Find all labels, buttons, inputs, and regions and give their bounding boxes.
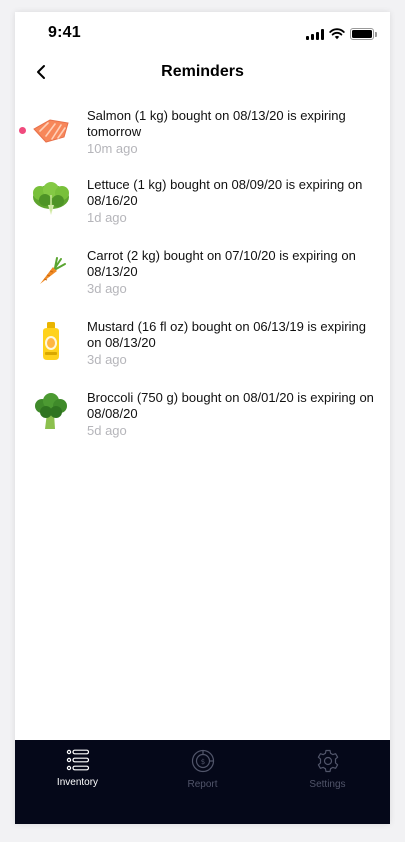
svg-text:$: $ [200, 758, 204, 766]
reminder-time: 5d ago [87, 423, 127, 438]
reminder-message: Salmon (1 kg) bought on 08/13/20 is expi… [87, 108, 346, 139]
tab-settings[interactable]: Settings [265, 740, 390, 824]
tab-label: Settings [309, 779, 346, 790]
reminder-time: 1d ago [87, 210, 127, 225]
unread-dot [19, 127, 26, 134]
salmon-icon [29, 108, 73, 152]
reminder-text: Carrot (2 kg) bought on 07/10/20 is expi… [87, 248, 378, 297]
reminder-item[interactable]: Salmon (1 kg) bought on 08/13/20 is expi… [15, 108, 390, 157]
reminder-message: Broccoli (750 g) bought on 08/01/20 is e… [87, 390, 374, 421]
reminder-text: Broccoli (750 g) bought on 08/01/20 is e… [87, 390, 378, 439]
reminder-item[interactable]: Carrot (2 kg) bought on 07/10/20 is expi… [15, 248, 390, 297]
carrot-icon [29, 248, 73, 292]
status-time: 9:41 [48, 24, 81, 41]
reminder-text: Mustard (16 fl oz) bought on 06/13/19 is… [87, 319, 378, 368]
cellular-signal-icon [306, 28, 324, 40]
tab-report[interactable]: $ Report [140, 740, 265, 824]
reminder-text: Lettuce (1 kg) bought on 08/09/20 is exp… [87, 177, 378, 226]
phone-screen: 9:41 Reminders Salmon (1 kg) bought on 0… [15, 12, 390, 824]
report-icon: $ [191, 749, 214, 773]
wifi-icon [329, 28, 345, 40]
status-bar: 9:41 [15, 12, 390, 56]
reminder-time: 3d ago [87, 281, 127, 296]
tab-label: Inventory [56, 777, 99, 788]
reminders-list: Salmon (1 kg) bought on 08/13/20 is expi… [15, 108, 390, 439]
reminder-time: 3d ago [87, 352, 127, 367]
reminder-message: Lettuce (1 kg) bought on 08/09/20 is exp… [87, 177, 363, 208]
reminder-item[interactable]: Lettuce (1 kg) bought on 08/09/20 is exp… [15, 177, 390, 226]
tab-label: Report [187, 779, 218, 790]
lettuce-icon [29, 177, 73, 221]
battery-icon [350, 28, 377, 40]
reminder-item[interactable]: Broccoli (750 g) bought on 08/01/20 is e… [15, 390, 390, 439]
inventory-icon [66, 749, 89, 771]
mustard-icon [29, 319, 73, 363]
header: Reminders [15, 56, 390, 90]
reminder-time: 10m ago [87, 141, 138, 156]
reminder-item[interactable]: Mustard (16 fl oz) bought on 06/13/19 is… [15, 319, 390, 368]
settings-icon [317, 749, 338, 773]
reminder-message: Mustard (16 fl oz) bought on 06/13/19 is… [87, 319, 366, 350]
broccoli-icon [29, 390, 73, 434]
tab-bar: Inventory $ Report Settings [15, 740, 390, 824]
tab-inventory[interactable]: Inventory [15, 740, 140, 824]
page-title: Reminders [161, 63, 244, 80]
reminder-message: Carrot (2 kg) bought on 07/10/20 is expi… [87, 248, 356, 279]
status-icons [306, 28, 377, 40]
reminder-text: Salmon (1 kg) bought on 08/13/20 is expi… [87, 108, 378, 157]
